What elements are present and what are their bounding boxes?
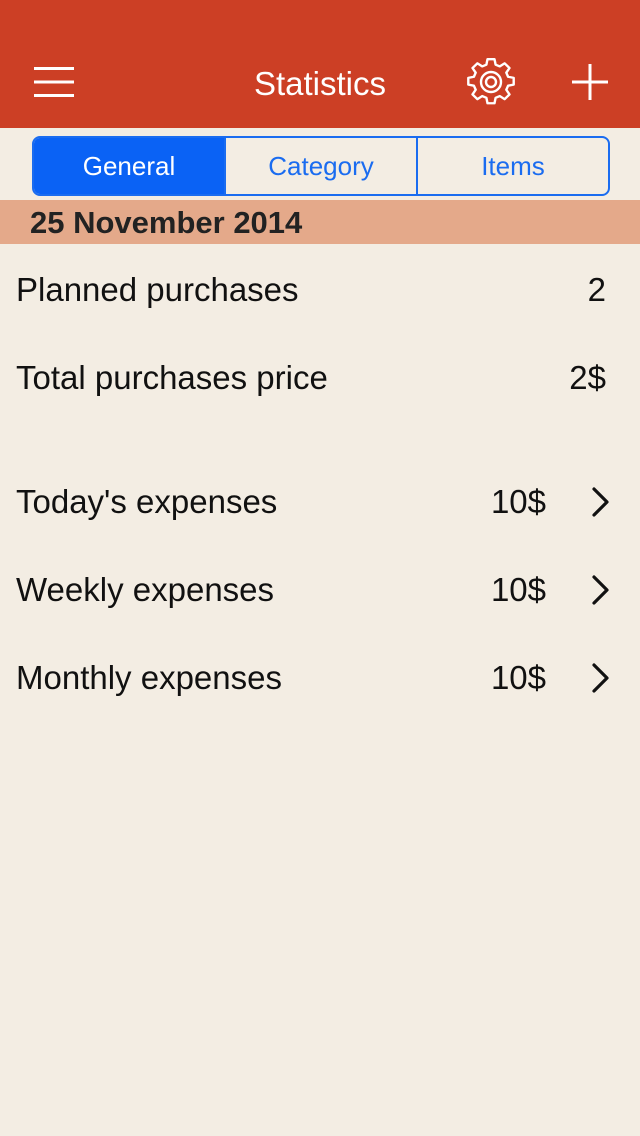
tab-items[interactable]: Items [416, 138, 608, 194]
planned-purchases-row: Planned purchases 2 [0, 258, 640, 322]
todays-expenses-label: Today's expenses [16, 483, 278, 520]
weekly-expenses-row[interactable]: Weekly expenses 10$ [0, 558, 640, 622]
plus-icon [572, 64, 608, 100]
settings-button[interactable] [463, 56, 519, 108]
chevron-right-icon [592, 575, 609, 605]
monthly-expenses-value: 10$ [490, 659, 546, 696]
monthly-expenses-label: Monthly expenses [16, 659, 282, 696]
todays-expenses-value: 10$ [490, 483, 546, 520]
todays-expenses-row[interactable]: Today's expenses 10$ [0, 470, 640, 534]
tab-general[interactable]: General [34, 138, 224, 194]
weekly-expenses-value: 10$ [490, 571, 546, 608]
planned-purchases-label: Planned purchases [16, 271, 299, 308]
chevron-right-icon [592, 487, 609, 517]
segmented-control: General Category Items [32, 136, 610, 196]
total-price-label: Total purchases price [16, 359, 328, 396]
weekly-expenses-label: Weekly expenses [16, 571, 275, 608]
page-title: Statistics [253, 65, 387, 102]
date-section-header: 25 November 2014 [0, 200, 640, 244]
chevron-right-icon [592, 663, 609, 693]
monthly-expenses-row[interactable]: Monthly expenses 10$ [0, 646, 640, 710]
total-price-row: Total purchases price 2$ [0, 346, 640, 410]
planned-purchases-value: 2 [587, 271, 606, 308]
total-price-value: 2$ [569, 359, 606, 396]
tab-category[interactable]: Category [224, 138, 416, 194]
navigation-bar: Statistics [0, 0, 640, 128]
gear-icon [467, 58, 515, 105]
date-label: 25 November 2014 [30, 205, 303, 240]
add-button[interactable] [562, 56, 618, 108]
